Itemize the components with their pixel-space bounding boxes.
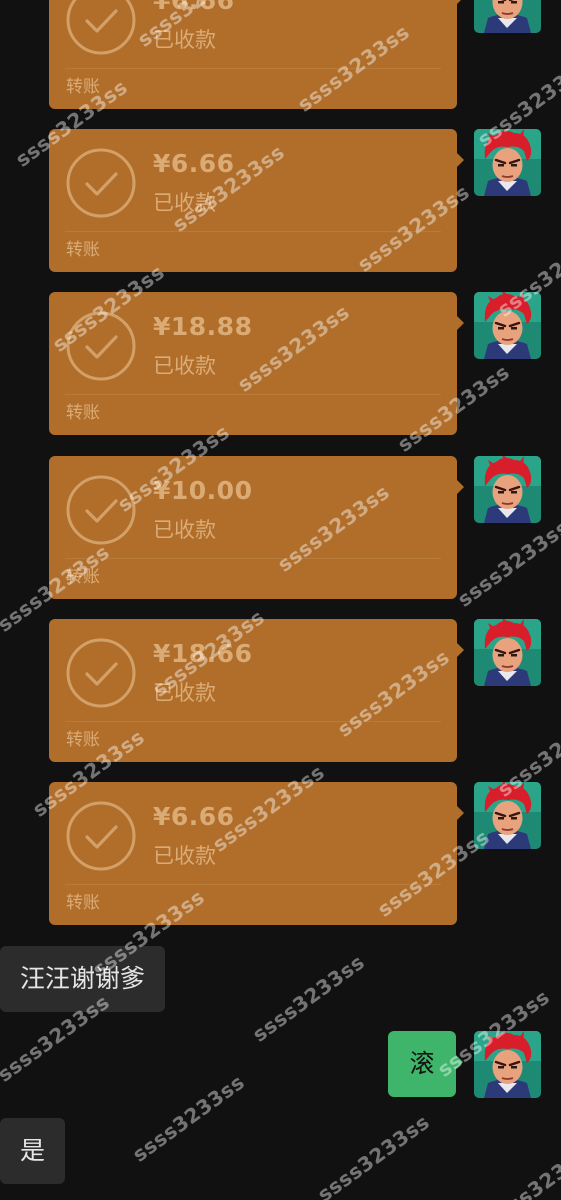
- transfer-amount: ¥18.88: [153, 312, 253, 341]
- avatar[interactable]: [474, 1031, 541, 1098]
- incoming-message-bubble[interactable]: 汪汪谢谢爹: [0, 946, 166, 1012]
- transfer-type-label: 转账: [66, 567, 100, 587]
- avatar[interactable]: [474, 0, 541, 33]
- divider: [65, 394, 441, 395]
- transfer-amount: ¥6.66: [153, 0, 235, 15]
- check-circle-icon: [66, 311, 136, 381]
- check-circle-icon: [66, 0, 136, 55]
- transfer-type-label: 转账: [66, 403, 100, 423]
- divider: [65, 721, 441, 722]
- transfer-type-label: 转账: [66, 730, 100, 750]
- transfer-status: 已收款: [153, 681, 216, 705]
- transfer-type-label: 转账: [66, 77, 100, 97]
- avatar[interactable]: [474, 292, 541, 359]
- transfer-card[interactable]: ¥6.66 已收款 转账: [49, 0, 464, 109]
- transfer-status: 已收款: [153, 844, 216, 868]
- check-circle-icon: [66, 638, 136, 708]
- transfer-card[interactable]: ¥6.66 已收款 转账: [49, 129, 464, 272]
- divider: [65, 231, 441, 232]
- transfer-card[interactable]: ¥10.00 已收款 转账: [49, 456, 464, 599]
- check-circle-icon: [66, 801, 136, 871]
- watermark-text: ssss3233ss: [312, 1109, 434, 1200]
- transfer-amount: ¥10.00: [153, 476, 253, 505]
- transfer-status: 已收款: [153, 191, 216, 215]
- avatar[interactable]: [474, 129, 541, 196]
- watermark-text: ssss3233ss: [482, 1134, 561, 1200]
- outgoing-message-bubble[interactable]: 滚: [388, 1031, 463, 1097]
- transfer-status: 已收款: [153, 28, 216, 52]
- transfer-type-label: 转账: [66, 240, 100, 260]
- transfer-amount: ¥18.66: [153, 639, 253, 668]
- watermark-text: ssss3233ss: [247, 949, 369, 1047]
- avatar[interactable]: [474, 619, 541, 686]
- transfer-status: 已收款: [153, 354, 216, 378]
- divider: [65, 68, 441, 69]
- avatar[interactable]: [474, 782, 541, 849]
- check-circle-icon: [66, 475, 136, 545]
- check-circle-icon: [66, 148, 136, 218]
- transfer-amount: ¥6.66: [153, 802, 235, 831]
- transfer-card[interactable]: ¥18.88 已收款 转账: [49, 292, 464, 435]
- transfer-type-label: 转账: [66, 893, 100, 913]
- divider: [65, 558, 441, 559]
- transfer-card[interactable]: ¥6.66 已收款 转账: [49, 782, 464, 925]
- watermark-text: ssss3233ss: [452, 514, 561, 612]
- transfer-status: 已收款: [153, 518, 216, 542]
- watermark-text: ssss3233ss: [127, 1069, 249, 1167]
- incoming-message-bubble[interactable]: 是: [0, 1118, 66, 1184]
- divider: [65, 884, 441, 885]
- avatar[interactable]: [474, 456, 541, 523]
- transfer-amount: ¥6.66: [153, 149, 235, 178]
- transfer-card[interactable]: ¥18.66 已收款 转账: [49, 619, 464, 762]
